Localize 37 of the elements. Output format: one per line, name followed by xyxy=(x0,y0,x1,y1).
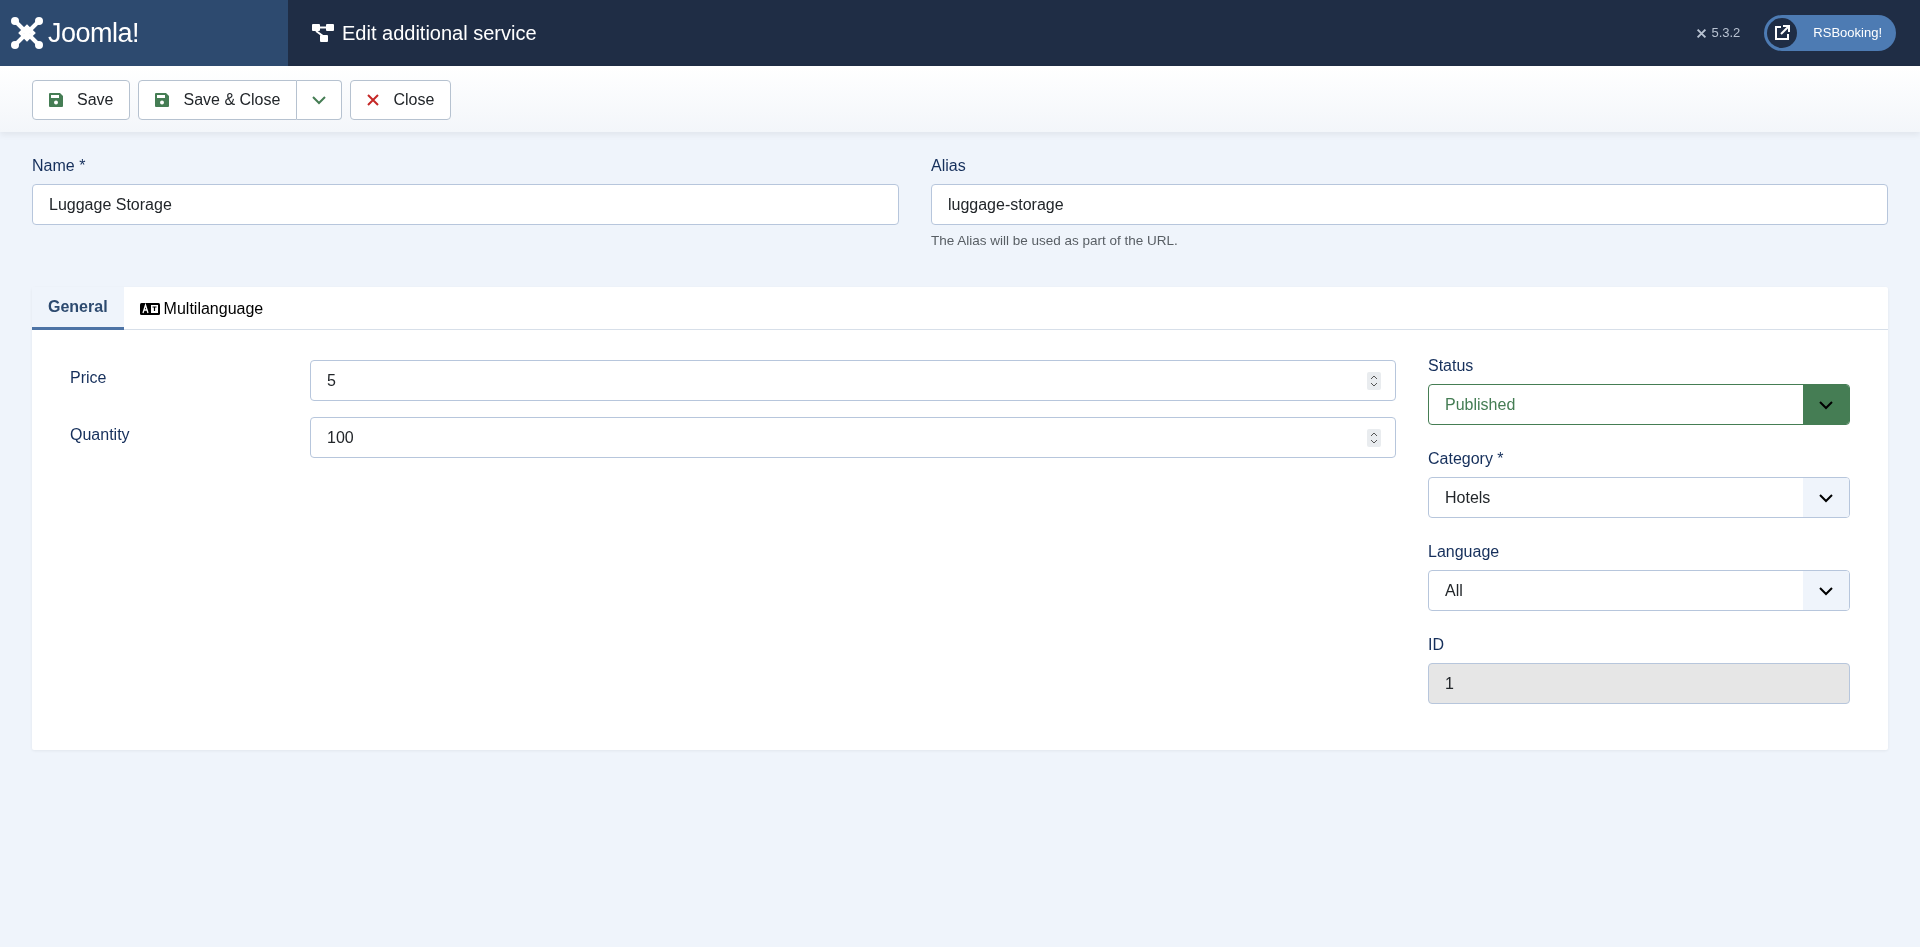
name-field[interactable]: Luggage Storage xyxy=(32,184,899,225)
field-label: Quantity xyxy=(70,425,131,446)
version-text: 5.3.2 xyxy=(1711,24,1741,43)
number-field[interactable]: 5 xyxy=(310,360,1396,402)
dropdown-toggle[interactable] xyxy=(297,80,343,120)
site-link[interactable]: RSBooking! xyxy=(1764,15,1896,51)
close-button[interactable]: Close xyxy=(350,80,452,120)
save-button[interactable]: Save xyxy=(32,80,131,120)
chevron-down-icon xyxy=(1818,585,1834,596)
chevron-down-icon xyxy=(311,95,328,105)
external-link-icon xyxy=(1774,25,1791,41)
alias-field[interactable]: luggage-storage xyxy=(930,184,1888,225)
save-close-button[interactable]: Save & Close xyxy=(138,80,298,120)
id-field: 1 xyxy=(1428,663,1850,705)
language-icon xyxy=(139,302,160,315)
select-field[interactable]: Hotels xyxy=(1428,477,1850,519)
spinner-icon[interactable] xyxy=(1367,371,1381,390)
nodes-icon xyxy=(312,23,334,43)
chevron-down-icon xyxy=(1818,399,1834,410)
name-label: Name * xyxy=(32,156,87,176)
chevron-down-icon xyxy=(1818,492,1834,503)
field-label: Status xyxy=(1428,356,1475,377)
field-label: Language xyxy=(1428,542,1501,563)
field-label: ID xyxy=(1428,635,1445,656)
alias-label: Alias xyxy=(930,156,967,176)
tab[interactable]: Multilanguage xyxy=(123,287,280,331)
spinner-icon[interactable] xyxy=(1367,428,1381,447)
select-field[interactable]: All xyxy=(1428,570,1850,612)
number-field[interactable]: 100 xyxy=(310,417,1396,459)
field-label: Category * xyxy=(1428,449,1505,470)
close-icon xyxy=(367,94,380,106)
select-field[interactable]: Published xyxy=(1428,384,1850,426)
field-label: Price xyxy=(70,368,108,389)
logo-text: Joomla! xyxy=(48,16,140,50)
tab[interactable]: General xyxy=(32,287,124,331)
page-title: Edit additional service xyxy=(342,21,537,46)
help-text: The Alias will be used as part of the URL. xyxy=(930,232,1179,250)
